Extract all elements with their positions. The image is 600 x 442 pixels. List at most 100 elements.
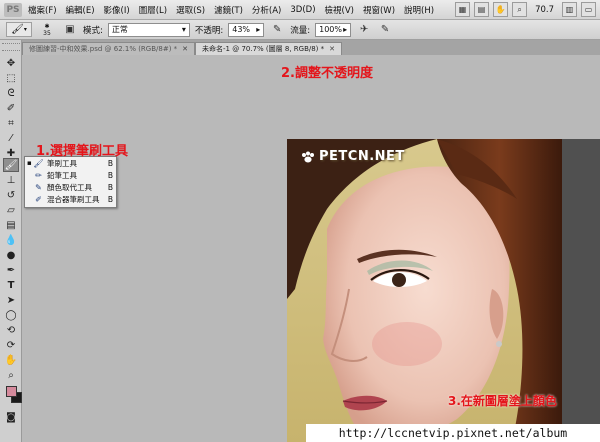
- flow-label: 流量:: [290, 25, 311, 36]
- zoom-tool-button[interactable]: ⌕: [512, 2, 528, 17]
- flow-value: 100%: [319, 25, 342, 34]
- close-icon[interactable]: ✕: [182, 45, 188, 53]
- app-logo: PS: [4, 2, 22, 17]
- 3d-orbit-icon: ⟳: [6, 339, 16, 351]
- bridge-icon: ▦: [458, 5, 467, 14]
- tool-preset-picker[interactable]: 🖌 ▾: [6, 22, 32, 37]
- 3d-rotate-tool[interactable]: ⟲: [3, 323, 19, 337]
- annotation-step-3: 3.在新圖層塗上顏色: [448, 394, 557, 408]
- menu-bar: PS 檔案(F) 編輯(E) 影像(I) 圖層(L) 選取(S) 濾鏡(T) 分…: [0, 0, 600, 20]
- quick-selection-tool[interactable]: ✐: [3, 101, 19, 115]
- flyout-item-pencil[interactable]: ✏ 鉛筆工具 B: [25, 169, 116, 181]
- flyout-item-shortcut: B: [107, 158, 113, 168]
- flyout-item-label: 筆刷工具: [47, 158, 77, 168]
- brush-panel-toggle[interactable]: ▣: [62, 22, 78, 37]
- 3d-rotate-icon: ⟲: [6, 324, 16, 336]
- menu-window[interactable]: 視窗(W): [363, 4, 395, 16]
- photoshop-window: PS 檔案(F) 編輯(E) 影像(I) 圖層(L) 選取(S) 濾鏡(T) 分…: [0, 0, 600, 442]
- menu-help[interactable]: 說明(H): [404, 4, 434, 16]
- gradient-tool[interactable]: ▤: [3, 218, 19, 232]
- brush-icon: 🖌: [11, 24, 24, 35]
- toolbox-grip[interactable]: [2, 43, 20, 51]
- annotation-step-2: 2.調整不透明度: [281, 66, 373, 81]
- clone-stamp-tool[interactable]: ⊥: [3, 173, 19, 187]
- magnifier-icon: ⌕: [517, 4, 522, 14]
- crop-tool[interactable]: ⌗: [3, 116, 19, 130]
- quick-mask-toggle[interactable]: ◙: [3, 410, 19, 424]
- pressure-size-button[interactable]: ✎: [377, 22, 393, 37]
- photo-watermark: PETCN.NET: [301, 149, 405, 164]
- source-url-caption: http://lccnetvip.pixnet.net/album: [306, 424, 600, 442]
- screen-mode-icon: ▭: [584, 5, 593, 14]
- canvas-workspace[interactable]: PETCN.NET: [22, 55, 600, 442]
- bandage-icon: ✚: [6, 147, 16, 159]
- zoom-level[interactable]: 70.7: [535, 5, 554, 15]
- airbrush-button[interactable]: ✈: [356, 22, 372, 37]
- pressure-opacity-button[interactable]: ✎: [269, 22, 285, 37]
- menu-analysis[interactable]: 分析(A): [252, 4, 281, 16]
- dodge-tool[interactable]: ●: [3, 248, 19, 262]
- zoom-tool[interactable]: ⌕: [3, 368, 19, 382]
- flyout-item-shortcut: B: [107, 182, 113, 192]
- brush-tool-flyout: ▪ 🖌 筆刷工具 B ✏ 鉛筆工具 B ✎ 顏色取代工具 B ✐ 混合器筆刷工具…: [24, 156, 117, 208]
- flow-field[interactable]: 100% ▸: [315, 22, 352, 37]
- quick-mask-icon: ◙: [6, 411, 16, 423]
- marquee-tool[interactable]: ⬚: [3, 71, 19, 85]
- color-replacement-icon: ✎: [35, 182, 42, 192]
- document-tab-strip: 修圖練習-中和效果.psd @ 62.1% (RGB/8#) * ✕ 未命名-1…: [22, 40, 600, 55]
- brush-preset-picker[interactable]: ✱ 35: [37, 22, 57, 38]
- bridge-button[interactable]: ▦: [455, 2, 471, 17]
- pencil-icon: ✏: [35, 170, 42, 180]
- tab-label: 未命名-1 @ 70.7% (圖層 8, RGB/8) *: [202, 45, 325, 53]
- brush-tool[interactable]: 🖌: [3, 158, 19, 172]
- menu-layer[interactable]: 圖層(L): [139, 4, 167, 16]
- close-icon[interactable]: ✕: [329, 45, 335, 53]
- paw-icon: [302, 151, 314, 162]
- flyout-item-mixer-brush[interactable]: ✐ 混合器筆刷工具 B: [25, 193, 116, 205]
- blur-tool[interactable]: 💧: [3, 233, 19, 247]
- flyout-item-shortcut: B: [107, 194, 113, 204]
- tab-retouch-psd[interactable]: 修圖練習-中和效果.psd @ 62.1% (RGB/8#) * ✕: [22, 42, 196, 55]
- foreground-color-swatch[interactable]: [6, 386, 17, 397]
- chevron-right-icon: ▸: [343, 25, 348, 34]
- menu-filter[interactable]: 濾鏡(T): [214, 4, 243, 16]
- hand-tool-button[interactable]: ✋: [493, 2, 509, 17]
- flyout-item-label: 鉛筆工具: [47, 170, 77, 180]
- crop-icon: ⌗: [8, 117, 14, 129]
- menu-view[interactable]: 檢視(V): [325, 4, 354, 16]
- menu-edit[interactable]: 編輯(E): [66, 4, 95, 16]
- lasso-tool[interactable]: ᘓ: [3, 86, 19, 100]
- menu-image[interactable]: 影像(I): [104, 4, 130, 16]
- hand-tool[interactable]: ✋: [3, 353, 19, 367]
- tab-untitled-1[interactable]: 未命名-1 @ 70.7% (圖層 8, RGB/8) * ✕: [195, 42, 343, 55]
- history-brush-tool[interactable]: ↺: [3, 188, 19, 202]
- pen-pressure-icon: ✎: [273, 24, 282, 35]
- 3d-orbit-tool[interactable]: ⟳: [3, 338, 19, 352]
- mini-bridge-button[interactable]: ▤: [474, 2, 490, 17]
- flyout-item-color-replacement[interactable]: ✎ 顏色取代工具 B: [25, 181, 116, 193]
- chevron-down-icon: ▾: [181, 25, 186, 34]
- watermark-text: PETCN.NET: [319, 149, 405, 164]
- opacity-label: 不透明:: [194, 25, 224, 36]
- eraser-icon: ▱: [7, 204, 15, 216]
- opacity-field[interactable]: 43% ▸: [228, 22, 265, 37]
- lasso-icon: ᘓ: [7, 87, 15, 99]
- eraser-tool[interactable]: ▱: [3, 203, 19, 217]
- pen-tool[interactable]: ✒: [3, 263, 19, 277]
- type-tool[interactable]: T: [3, 278, 19, 292]
- menu-select[interactable]: 選取(S): [176, 4, 205, 16]
- arrange-icon: ▥: [565, 5, 574, 14]
- menu-file[interactable]: 檔案(F): [28, 4, 57, 16]
- path-selection-tool[interactable]: ➤: [3, 293, 19, 307]
- eyedropper-tool[interactable]: ⁄: [3, 131, 19, 145]
- arrange-documents-button[interactable]: ▥: [562, 2, 577, 17]
- menu-3d[interactable]: 3D(D): [290, 5, 315, 15]
- screen-mode-button[interactable]: ▭: [581, 2, 596, 17]
- blend-mode-select[interactable]: 正常 ▾: [107, 22, 190, 37]
- shape-tool[interactable]: ◯: [3, 308, 19, 322]
- gradient-icon: ▤: [6, 219, 16, 231]
- arrow-icon: ➤: [6, 294, 16, 306]
- mixer-brush-icon: ✐: [35, 194, 42, 204]
- move-tool[interactable]: ✥: [3, 56, 19, 70]
- options-bar: 🖌 ▾ ✱ 35 ▣ 模式: 正常 ▾ 不透明: 43% ▸ ✎ 流量: 100%…: [0, 20, 600, 40]
